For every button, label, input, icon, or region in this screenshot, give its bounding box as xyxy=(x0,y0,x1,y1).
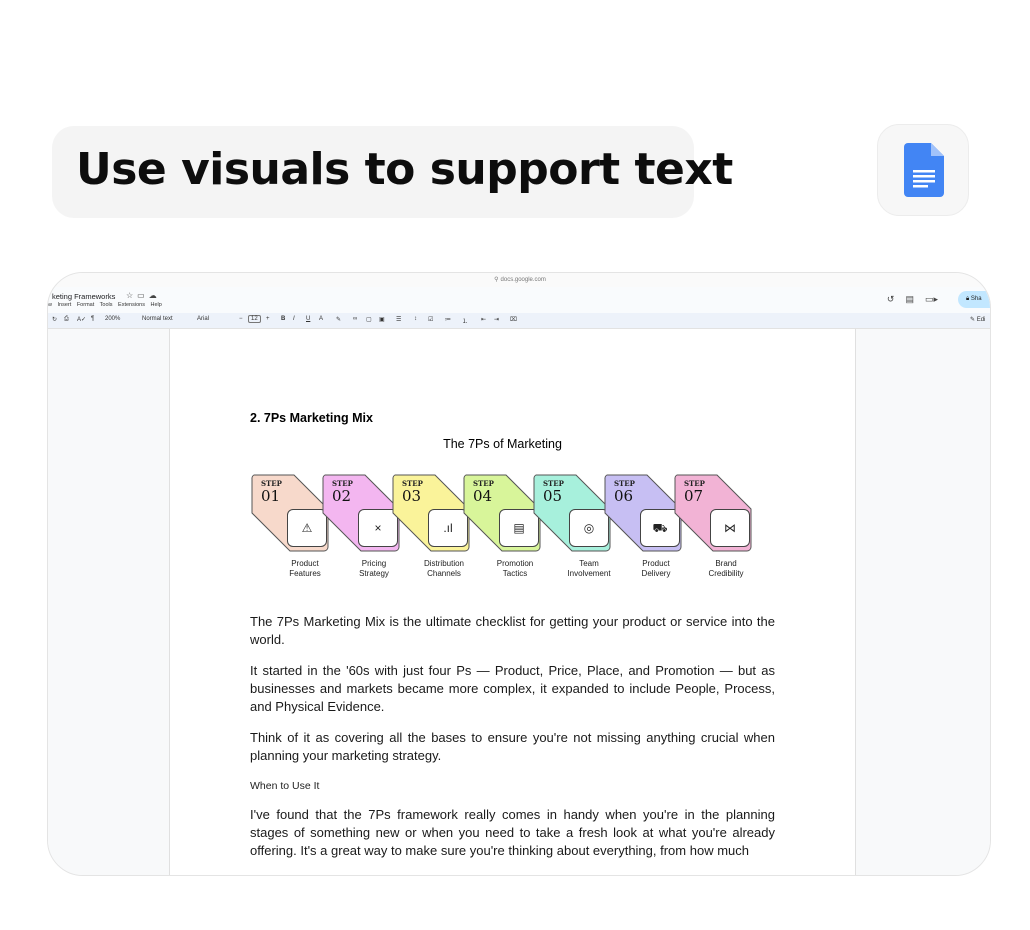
align-icon[interactable]: ☰ xyxy=(396,316,401,323)
docs-toolbar: ↻ ⎙ A✓ ¶ 200% Normal text Arial − 12 + B… xyxy=(48,313,990,329)
comment-add-icon[interactable]: ▢ xyxy=(366,316,372,323)
paragraph: The 7Ps Marketing Mix is the ultimate ch… xyxy=(250,614,775,647)
pencil-icon: ✎ xyxy=(970,317,976,323)
subheading: When to Use It xyxy=(250,780,320,792)
lock-icon: 🔒︎ xyxy=(966,296,970,302)
line-spacing-icon[interactable]: ↕ xyxy=(414,316,417,322)
text-color-icon[interactable]: A xyxy=(319,316,323,322)
step-label: Product Features xyxy=(289,559,321,578)
italic-icon[interactable]: I xyxy=(293,316,295,322)
history-icon[interactable]: ↺ xyxy=(887,294,895,304)
folder-icon[interactable]: ▭ xyxy=(137,291,149,300)
print-icon[interactable]: ⎙ xyxy=(64,316,69,323)
comment-icon[interactable]: ▤ xyxy=(905,294,914,304)
indent-decrease-icon[interactable]: ⇤ xyxy=(481,316,486,323)
steps-diagram: STEP 01 ⚠ STEP 02 × STEP 03 .ıl STEP 04 … xyxy=(250,473,770,583)
step-card: STEP 02 × xyxy=(321,473,401,558)
link-insert-icon[interactable]: ∞ xyxy=(353,316,357,322)
menu-extensions[interactable]: Extensions xyxy=(118,302,145,308)
bold-icon[interactable]: B xyxy=(281,316,285,322)
font-size-increase[interactable]: + xyxy=(266,316,270,322)
paragraph: I've found that the 7Ps framework really… xyxy=(250,807,775,858)
title-icons: ☆▭☁ xyxy=(126,291,161,300)
menu-format[interactable]: Format xyxy=(77,302,94,308)
step-number: 02 xyxy=(332,487,352,505)
step-card: STEP 03 .ıl xyxy=(391,473,471,558)
font-size-input[interactable]: 12 xyxy=(248,315,261,323)
bullet-list-icon[interactable]: ≔ xyxy=(445,316,451,323)
paragraph: It started in the '60s with just four Ps… xyxy=(250,663,775,714)
indent-increase-icon[interactable]: ⇥ xyxy=(494,316,499,323)
step-card: STEP 05 ◎ xyxy=(532,473,612,558)
google-docs-icon xyxy=(904,143,944,197)
step-label: Pricing Strategy xyxy=(359,559,389,578)
document-canvas: 2. 7Ps Marketing Mix The 7Ps of Marketin… xyxy=(48,329,990,875)
google-docs-badge xyxy=(877,124,969,216)
font-select[interactable]: Arial xyxy=(197,316,209,322)
step-card: STEP 06 ⛟ xyxy=(603,473,683,558)
diagram-title: The 7Ps of Marketing xyxy=(443,437,562,451)
cloud-icon[interactable]: ☁ xyxy=(149,291,161,300)
font-size-decrease[interactable]: − xyxy=(239,316,243,322)
step-number: 06 xyxy=(614,487,634,505)
checklist-icon[interactable]: ☑ xyxy=(428,316,433,323)
clear-format-icon[interactable]: ⌧ xyxy=(510,316,517,323)
step-label: Product Delivery xyxy=(641,559,671,578)
step-card: STEP 01 ⚠ xyxy=(250,473,330,558)
edit-mode-button[interactable]: ✎ Edi xyxy=(970,316,985,323)
style-select[interactable]: Normal text xyxy=(142,316,173,322)
numbered-list-icon[interactable]: ⒈ xyxy=(462,316,468,325)
spellcheck-icon[interactable]: A✓ xyxy=(77,316,86,323)
highlight-icon[interactable]: ✎ xyxy=(336,316,341,323)
step-card: STEP 07 ⋈ xyxy=(673,473,753,558)
header-actions: ↺ ▤ ▭▸ xyxy=(876,294,938,305)
zoom-select[interactable]: 200% xyxy=(105,316,120,322)
document-page[interactable]: 2. 7Ps Marketing Mix The 7Ps of Marketin… xyxy=(169,329,856,875)
meet-icon[interactable]: ▭▸ xyxy=(925,294,938,304)
step-label: Brand Credibility xyxy=(708,559,744,578)
redo-icon[interactable]: ↻ xyxy=(52,316,57,323)
share-button[interactable]: 🔒︎ Sha xyxy=(958,291,990,308)
step-number: 05 xyxy=(543,487,563,505)
menu-tools[interactable]: Tools xyxy=(100,302,113,308)
step-card: STEP 04 ▤ xyxy=(462,473,542,558)
browser-window: ⚲ docs.google.com keting Frameworks ☆▭☁ w… xyxy=(47,272,991,876)
address-bar[interactable]: ⚲ docs.google.com xyxy=(48,273,990,287)
share-label: Sha xyxy=(970,296,982,302)
step-number: 04 xyxy=(473,487,493,505)
step-number: 03 xyxy=(402,487,422,505)
step-number: 07 xyxy=(684,487,704,505)
star-icon[interactable]: ☆ xyxy=(126,291,137,300)
menu-insert[interactable]: Insert xyxy=(58,302,72,308)
step-label: Promotion Tactics xyxy=(496,559,534,578)
url-text: docs.google.com xyxy=(500,277,546,283)
document-title[interactable]: keting Frameworks xyxy=(52,292,115,301)
menu-bar: w Insert Format Tools Extensions Help xyxy=(48,302,166,308)
underline-icon[interactable]: U xyxy=(306,316,310,322)
menu-view[interactable]: w xyxy=(48,302,52,308)
docs-titlebar: keting Frameworks ☆▭☁ w Insert Format To… xyxy=(48,287,990,313)
paint-format-icon[interactable]: ¶ xyxy=(91,316,94,322)
section-heading: 2. 7Ps Marketing Mix xyxy=(250,411,373,425)
headline-banner: Use visuals to support text xyxy=(52,126,733,218)
link-icon: ⚲ xyxy=(494,277,499,283)
step-number: 01 xyxy=(261,487,281,505)
brand-icon: ⋈ xyxy=(710,509,750,547)
paragraph: Think of it as covering all the bases to… xyxy=(250,730,775,763)
edit-label: Edi xyxy=(976,317,986,323)
step-label: Distribution Channels xyxy=(423,559,464,578)
menu-help[interactable]: Help xyxy=(150,302,161,308)
headline-text: Use visuals to support text xyxy=(76,144,733,195)
image-icon[interactable]: ▣ xyxy=(379,316,385,323)
